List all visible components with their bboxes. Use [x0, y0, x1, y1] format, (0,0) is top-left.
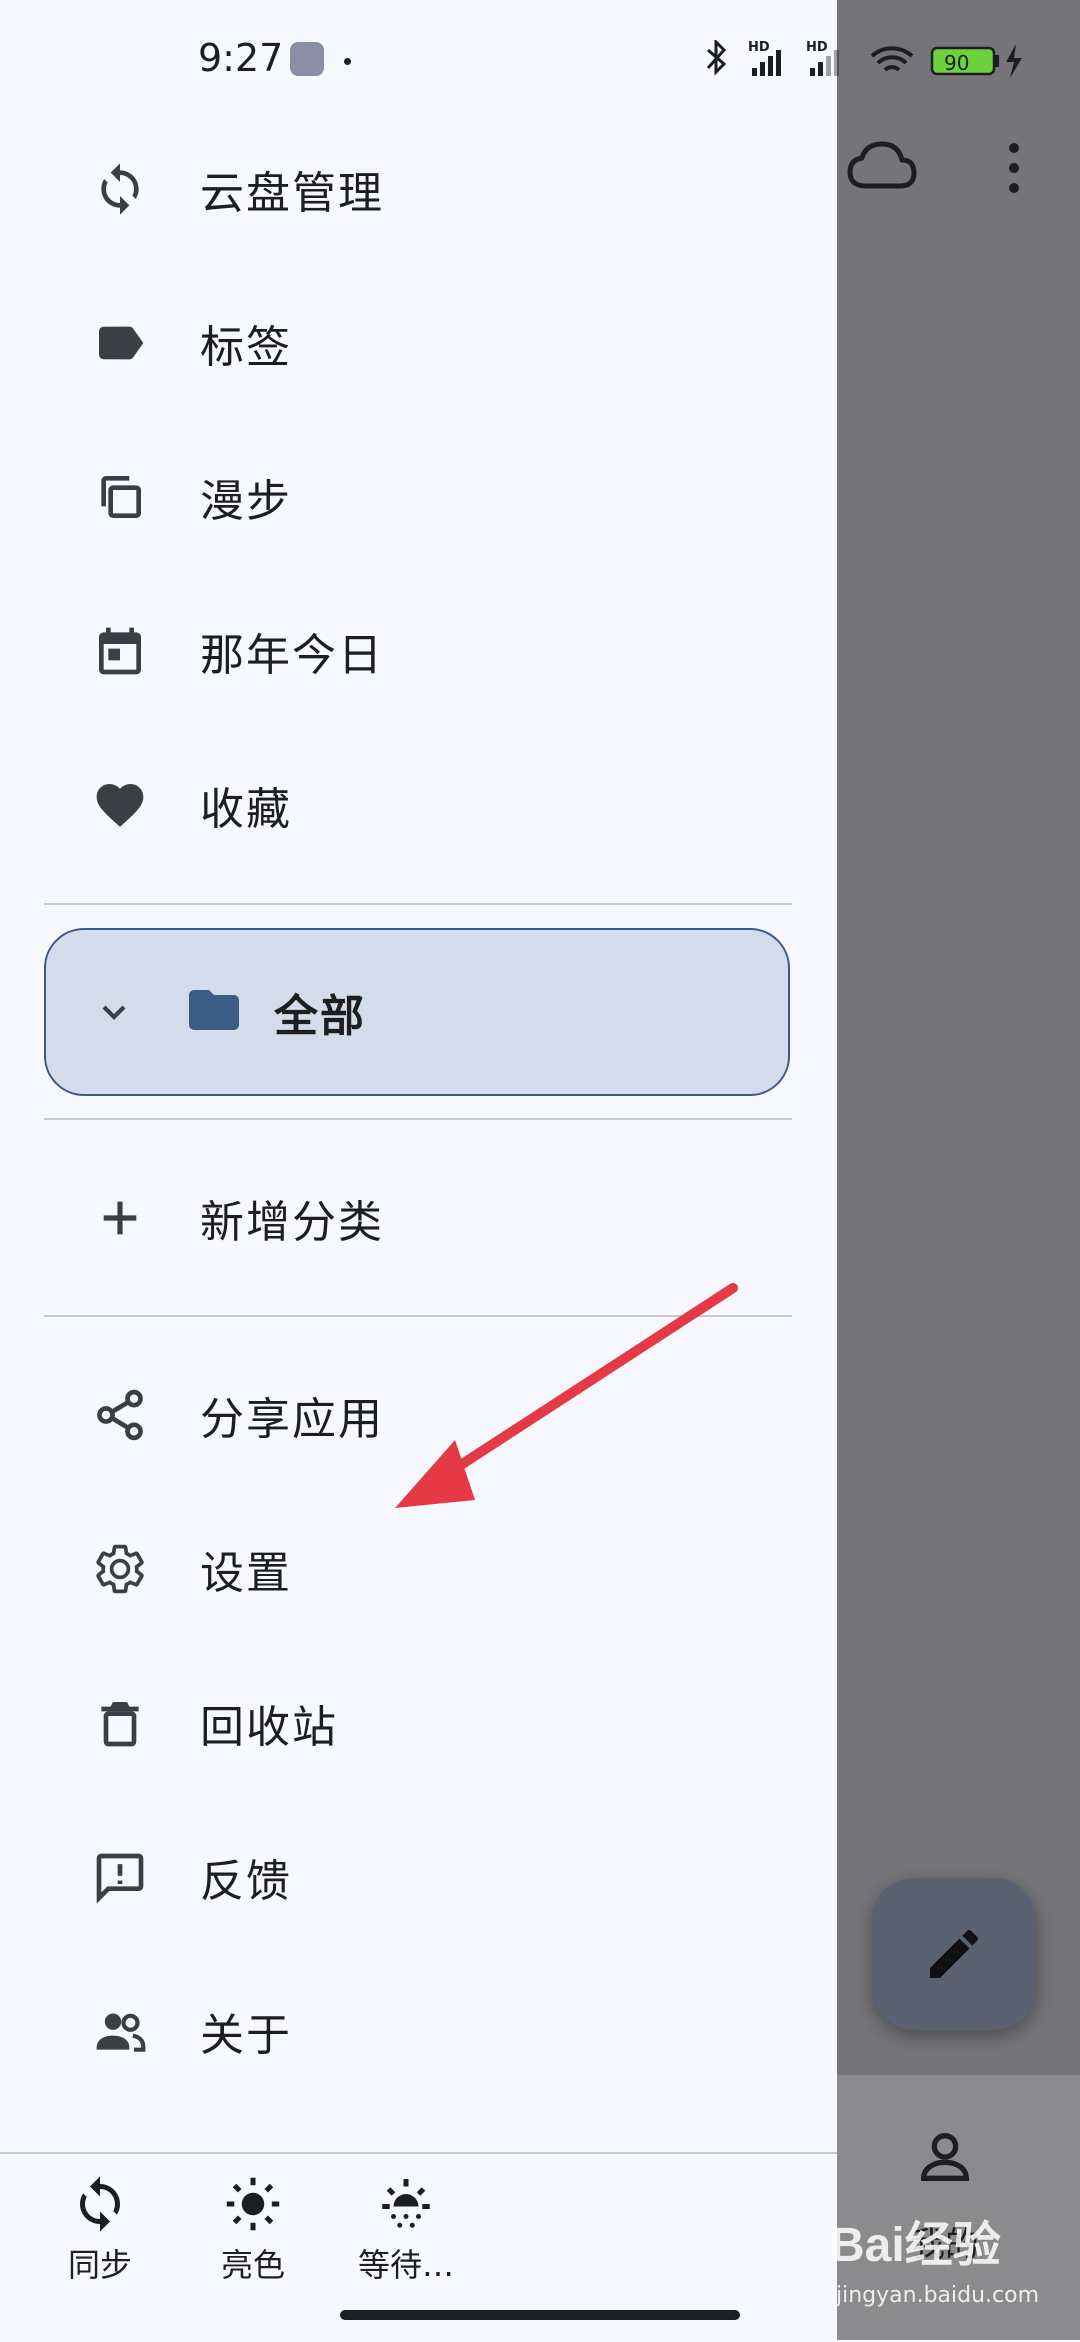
drawer-item-label: 云盘管理 — [200, 168, 384, 219]
edit-fab[interactable] — [872, 1878, 1036, 2030]
theme-label: 亮色 — [220, 2246, 285, 2284]
drawer-item-label: 回收站 — [200, 1702, 338, 1753]
drawer-item-labels[interactable]: 标签 — [0, 266, 837, 420]
more-vert-icon[interactable] — [996, 136, 1032, 200]
app-notification-icon — [290, 42, 324, 76]
pencil-icon — [930, 1929, 979, 1978]
label-icon — [99, 326, 144, 360]
drawer-item-label: 反馈 — [200, 1856, 292, 1907]
drawer-item-label: 新增分类 — [200, 1197, 384, 1248]
drawer-item-share[interactable]: 分享应用 — [0, 1338, 837, 1492]
drawer-item-label: 那年今日 — [200, 630, 384, 681]
charging-icon — [1006, 44, 1022, 78]
trash-icon — [101, 1702, 139, 1747]
divider — [44, 1118, 792, 1120]
drawer-item-label: 漫步 — [200, 476, 292, 527]
status-time: 9:27 — [198, 36, 284, 80]
drawer-item-about[interactable]: 关于 — [0, 1954, 837, 2108]
share-icon — [97, 1389, 143, 1441]
navigation-drawer: 云盘管理 标签 漫步 那年今日 收藏 全部 新增分类 分享应用 设置 回收站 反… — [0, 0, 837, 2342]
drawer-item-cloud[interactable]: 云盘管理 — [0, 112, 837, 266]
divider — [44, 903, 792, 905]
sync-icon — [80, 2176, 120, 2232]
divider — [44, 1315, 792, 1317]
drawer-item-this-day[interactable]: 那年今日 — [0, 574, 837, 728]
sync-icon — [101, 163, 139, 215]
auto-theme-label: 等待… — [357, 2246, 454, 2284]
heart-icon — [96, 784, 144, 827]
theme-button[interactable]: 亮色 — [183, 2174, 323, 2314]
people-icon — [96, 2013, 146, 2052]
watermark-brand: Bai经验 — [830, 2219, 1001, 2272]
drawer-item-favorites[interactable]: 收藏 — [0, 728, 837, 882]
chevron-down-icon[interactable] — [94, 992, 134, 1032]
watermark-url: jingyan.baidu.com — [836, 2283, 1040, 2308]
sync-button[interactable]: 同步 — [30, 2174, 170, 2314]
gear-icon — [96, 1544, 144, 1594]
drawer-item-label: 设置 — [200, 1548, 292, 1599]
person-icon — [920, 2133, 970, 2181]
calendar-icon — [99, 627, 141, 675]
drawer-item-feedback[interactable]: 反馈 — [0, 1800, 837, 1954]
drawer-item-wander[interactable]: 漫步 — [0, 420, 837, 574]
wifi-icon — [870, 46, 914, 72]
sync-label: 同步 — [67, 2246, 132, 2284]
copy-icon — [101, 476, 141, 518]
drawer-item-label: 收藏 — [200, 784, 292, 835]
bluetooth-icon — [706, 40, 727, 76]
drawer-item-label: 分享应用 — [200, 1394, 384, 1445]
network-hd-2: HD — [806, 40, 828, 55]
watermark: Bai经验 jingyan.baidu.com — [830, 2205, 1075, 2335]
folder-label: 全部 — [274, 991, 366, 1042]
notification-dot-icon — [344, 58, 351, 65]
sun-icon — [226, 2177, 280, 2231]
home-indicator[interactable] — [340, 2310, 740, 2320]
drawer-item-label: 关于 — [200, 2010, 292, 2061]
network-hd-1: HD — [748, 40, 770, 55]
sun-dim-icon — [382, 2179, 430, 2228]
feedback-icon — [96, 1853, 144, 1904]
folder-all[interactable]: 全部 — [44, 928, 790, 1096]
battery-level: 90 — [944, 51, 970, 75]
cloud-icon[interactable] — [846, 136, 918, 196]
status-bar: 9:27 90 HD HD — [0, 0, 1080, 120]
auto-theme-button[interactable]: 等待… — [336, 2174, 476, 2314]
plus-icon — [103, 1201, 137, 1235]
drawer-item-label: 标签 — [200, 322, 292, 373]
drawer-item-settings[interactable]: 设置 — [0, 1492, 837, 1646]
drawer-item-trash[interactable]: 回收站 — [0, 1646, 837, 1800]
drawer-item-add-category[interactable]: 新增分类 — [0, 1141, 837, 1295]
folder-icon — [189, 990, 239, 1030]
